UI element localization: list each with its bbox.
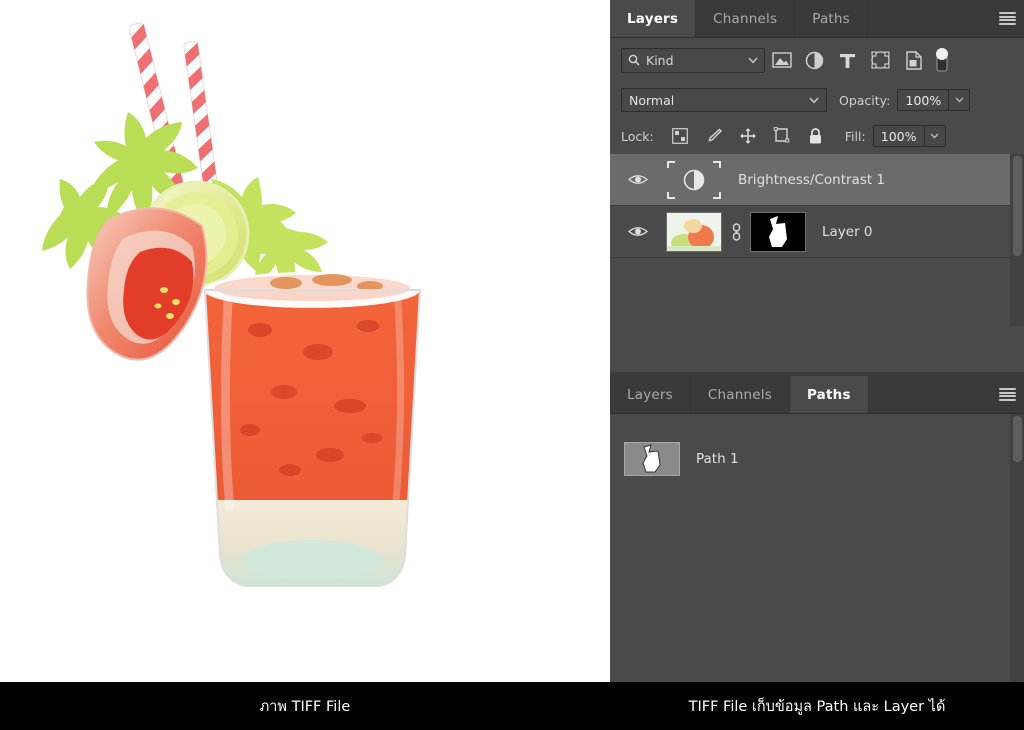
layer-filter-row: Kind [610,38,1024,82]
layer-visibility-toggle-1[interactable] [610,225,666,238]
opacity-stepper[interactable] [949,89,971,111]
paths-scrollbar[interactable] [1010,414,1024,682]
layer-mask-thumbnail[interactable] [750,211,806,252]
adjustment-layer-thumbnail[interactable] [666,160,722,200]
layer-name-0: Brightness/Contrast 1 [738,171,886,188]
chevron-down-icon [748,57,758,63]
fill-label: Fill: [844,128,866,144]
tab-layers[interactable]: Layers [610,0,697,37]
shape-icon [871,51,890,69]
filter-pixel-layers[interactable] [765,45,798,75]
eye-icon [628,175,648,184]
filter-toggle-switch[interactable] [934,45,950,75]
lock-row: Lock: Fill: 100% [610,118,1024,154]
caption-bar: ภาพ TIFF File TIFF File เก็บข้อมูล Path … [0,682,1024,730]
paths-panel-tabbar: Layers Channels Paths [610,376,1024,414]
caption-left: ภาพ TIFF File [259,698,351,715]
layer-name-1: Layer 0 [822,223,873,240]
tabbar-spacer-2 [868,376,990,413]
filter-type-layers[interactable] [831,45,864,75]
layers-scrollbar-thumb[interactable] [1013,156,1022,256]
chevron-down-icon [955,97,964,103]
lock-image-pixels[interactable] [697,123,731,149]
chevron-down-icon [930,133,939,139]
tab-layers-2[interactable]: Layers [610,376,691,413]
image-canvas[interactable] [0,0,610,682]
layer-image-thumbnail[interactable] [666,211,722,252]
path-name-0: Path 1 [696,451,739,467]
lock-label: Lock: [621,128,654,144]
toggle-switch-icon [936,48,948,72]
fill-stepper[interactable] [924,125,946,147]
layer-visibility-toggle-0[interactable] [610,173,666,186]
filter-adjustment-layers[interactable] [798,45,831,75]
opacity-input[interactable]: 100% [897,89,950,111]
caption-right: TIFF File เก็บข้อมูล Path และ Layer ได้ [688,698,946,715]
artboard-icon [773,127,790,143]
path-thumbnail[interactable] [624,442,680,476]
brush-icon [706,128,722,143]
tabbar-spacer [867,0,990,37]
chevron-down-icon [809,97,819,103]
blend-mode-select[interactable]: Normal [621,88,827,112]
tab-paths[interactable]: Paths [795,0,868,37]
cocktail-thumbnail-icon [667,212,721,251]
layer-thumbnails-1 [666,211,806,252]
filter-kind-label: Kind [646,52,674,68]
tab-channels-2[interactable]: Channels [690,376,790,413]
brightness-contrast-icon [667,160,721,199]
fill-input[interactable]: 100% [872,125,925,147]
filter-kind-select[interactable]: Kind [621,47,765,73]
right-dock: Layers Channels Paths Kind Normal Opacit… [610,0,1024,682]
lock-transparent-pixels[interactable] [663,123,697,149]
path-shape-thumbnail [625,443,679,475]
blend-mode-row: Normal Opacity: 100% [610,82,1024,118]
lock-artboard-nesting[interactable] [765,123,799,149]
hamburger-menu-icon [998,12,1016,25]
layers-panel: Layers Channels Paths Kind Normal Opacit… [610,0,1024,372]
layers-panel-tabbar: Layers Channels Paths [610,0,1024,38]
opacity-label: Opacity: [839,92,891,108]
tab-channels[interactable]: Channels [696,0,796,37]
list-item[interactable]: Path 1 [610,436,1024,482]
image-icon [771,52,792,68]
paths-panel-menu-button[interactable] [990,376,1024,413]
mask-shape-icon [751,212,805,251]
lock-position[interactable] [731,123,765,149]
layers-panel-menu-button[interactable] [990,0,1024,37]
layer-thumbnails-0 [666,160,722,200]
filter-shape-layers[interactable] [864,45,897,75]
hamburger-menu-icon [998,388,1016,401]
filter-smart-objects[interactable] [897,45,930,75]
eye-icon [628,227,648,236]
padlock-icon [810,128,822,144]
paths-panel: Layers Channels Paths Path 1 [610,376,1024,682]
link-chain-icon [732,222,740,241]
cocktail-photo [0,0,610,682]
smart-object-icon [905,50,922,70]
layers-scrollbar[interactable] [1010,154,1024,326]
table-row[interactable]: Layer 0 [610,206,1024,258]
adjustment-half-circle-icon [805,51,824,69]
paths-scrollbar-thumb[interactable] [1013,416,1022,462]
link-chain-icon[interactable] [728,222,744,241]
tab-paths-2[interactable]: Paths [789,376,869,413]
lock-all[interactable] [799,123,833,149]
search-icon [628,54,640,66]
layer-list: Brightness/Contrast 1 Layer 0 [610,154,1024,326]
table-row[interactable]: Brightness/Contrast 1 [610,154,1024,206]
move-arrows-icon [739,128,756,144]
text-t-icon [840,53,855,68]
screenshot-root: Layers Channels Paths Kind Normal Opacit… [0,0,1024,730]
checkerboard-icon [671,128,688,144]
blend-mode-value: Normal [629,92,675,108]
